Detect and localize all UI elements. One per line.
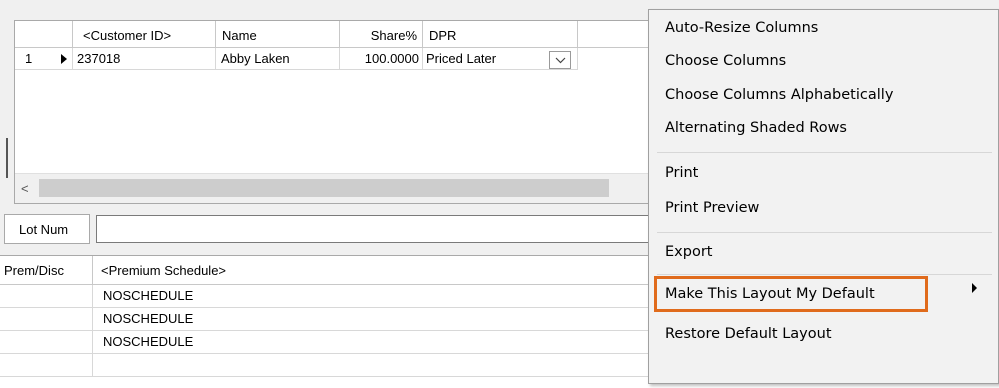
menu-separator: [657, 274, 992, 275]
menu-item-export[interactable]: Export: [665, 244, 712, 260]
lot-num-label: Lot Num: [4, 214, 90, 244]
cell-share[interactable]: 100.0000: [340, 48, 423, 70]
highlight-box: [654, 276, 928, 312]
menu-item-restore-default-layout[interactable]: Restore Default Layout: [665, 326, 832, 342]
splitter-handle: [6, 138, 8, 178]
menu-item-alternating-shaded-rows[interactable]: Alternating Shaded Rows: [665, 120, 847, 136]
column-header-prem-disc[interactable]: Prem/Disc: [0, 256, 93, 285]
cell-prem-disc[interactable]: [0, 285, 93, 308]
column-header-dpr[interactable]: DPR: [423, 21, 578, 48]
menu-item-print-preview[interactable]: Print Preview: [665, 200, 759, 216]
cell-name[interactable]: Abby Laken: [216, 48, 340, 70]
submenu-arrow-icon: [972, 283, 977, 293]
row-header-corner: [15, 21, 73, 48]
menu-item-print[interactable]: Print: [665, 165, 698, 181]
current-row-arrow-icon: [61, 54, 67, 64]
menu-item-auto-resize-columns[interactable]: Auto-Resize Columns: [665, 20, 818, 36]
column-header-name[interactable]: Name: [216, 21, 340, 48]
menu-separator: [657, 232, 992, 233]
menu-separator: [657, 152, 992, 153]
scrollbar-thumb[interactable]: [39, 179, 609, 197]
dpr-dropdown-button[interactable]: [549, 51, 571, 69]
column-header-share[interactable]: Share%: [340, 21, 423, 48]
scroll-left-icon[interactable]: <: [21, 182, 35, 196]
cell-prem-disc[interactable]: [0, 331, 93, 354]
menu-item-choose-columns-alphabetically[interactable]: Choose Columns Alphabetically: [665, 87, 893, 103]
column-header-customer-id[interactable]: <Customer ID>: [73, 21, 216, 48]
cell-prem-disc[interactable]: [0, 354, 93, 377]
chevron-down-icon: [555, 57, 566, 64]
cell-customer-id[interactable]: 237018: [73, 48, 216, 70]
menu-item-choose-columns[interactable]: Choose Columns: [665, 53, 786, 69]
context-menu: Auto-Resize Columns Choose Columns Choos…: [648, 9, 999, 384]
cell-prem-disc[interactable]: [0, 308, 93, 331]
